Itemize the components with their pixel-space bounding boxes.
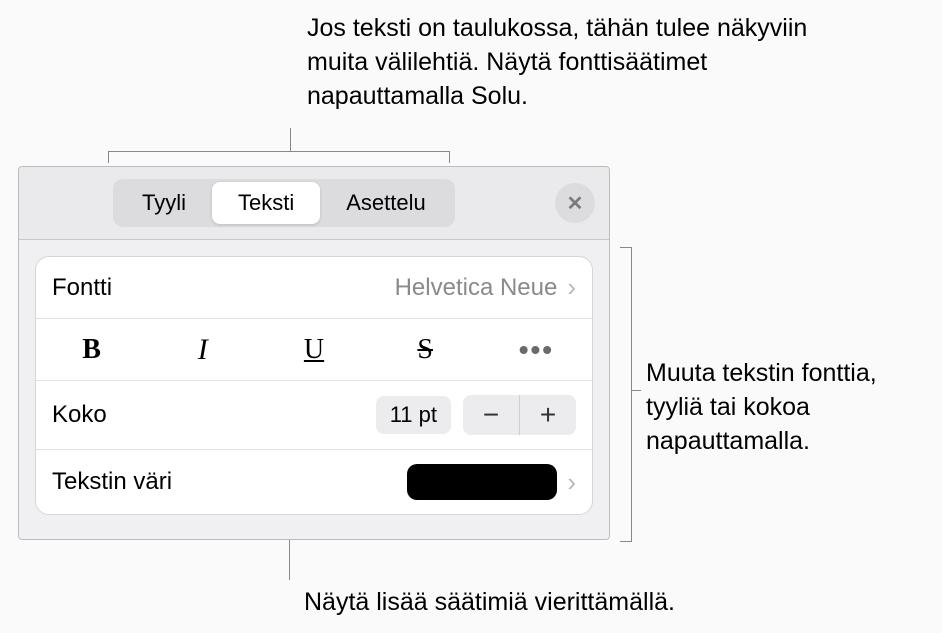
bold-button[interactable]: B [36, 320, 147, 380]
tab-layout[interactable]: Asettelu [320, 182, 452, 224]
tab-style[interactable]: Tyyli [116, 182, 212, 224]
callout-line [108, 151, 450, 152]
close-button[interactable]: ✕ [555, 183, 595, 223]
callout-line [631, 247, 632, 542]
text-color-label: Tekstin väri [52, 468, 172, 496]
size-label: Koko [52, 401, 107, 429]
callout-line [449, 151, 450, 163]
font-row[interactable]: Fontti Helvetica Neue › [36, 257, 592, 319]
callout-line [289, 540, 290, 580]
format-panel: Tyyli Teksti Asettelu ✕ Fontti Helvetica… [18, 166, 610, 540]
minus-icon: − [483, 399, 499, 431]
callout-line [620, 541, 632, 542]
text-color-row[interactable]: Tekstin väri › [36, 450, 592, 514]
callout-line [631, 390, 641, 391]
plus-icon: + [540, 399, 556, 431]
chevron-right-icon: › [567, 467, 576, 498]
callout-line [290, 128, 291, 152]
callout-line [108, 151, 109, 163]
chevron-right-icon: › [567, 272, 576, 303]
more-options-button[interactable]: ••• [481, 320, 592, 380]
callout-right: Muuta tekstin fonttia, tyyliä tai kokoa … [646, 357, 926, 458]
size-stepper: − + [463, 395, 576, 435]
settings-card: Fontti Helvetica Neue › B I U S ••• Koko… [35, 256, 593, 515]
callout-top: Jos teksti on taulukossa, tähän tulee nä… [307, 12, 817, 113]
size-value[interactable]: 11 pt [376, 396, 451, 434]
font-label: Fontti [52, 274, 112, 302]
tab-bar: Tyyli Teksti Asettelu ✕ [19, 167, 609, 240]
size-row: Koko 11 pt − + [36, 381, 592, 450]
callout-line [620, 247, 632, 248]
panel-content: Fontti Helvetica Neue › B I U S ••• Koko… [19, 240, 609, 539]
font-value: Helvetica Neue [395, 274, 558, 302]
segmented-control: Tyyli Teksti Asettelu [113, 179, 455, 227]
size-increase-button[interactable]: + [520, 395, 576, 435]
underline-button[interactable]: U [258, 320, 369, 380]
text-color-swatch[interactable] [407, 464, 557, 500]
text-style-row: B I U S ••• [36, 319, 592, 381]
callout-bottom: Näytä lisää säätimiä vierittämällä. [304, 586, 704, 620]
size-decrease-button[interactable]: − [463, 395, 519, 435]
strikethrough-button[interactable]: S [370, 320, 481, 380]
italic-button[interactable]: I [147, 320, 258, 380]
tab-text[interactable]: Teksti [212, 182, 320, 224]
close-icon: ✕ [567, 191, 584, 216]
